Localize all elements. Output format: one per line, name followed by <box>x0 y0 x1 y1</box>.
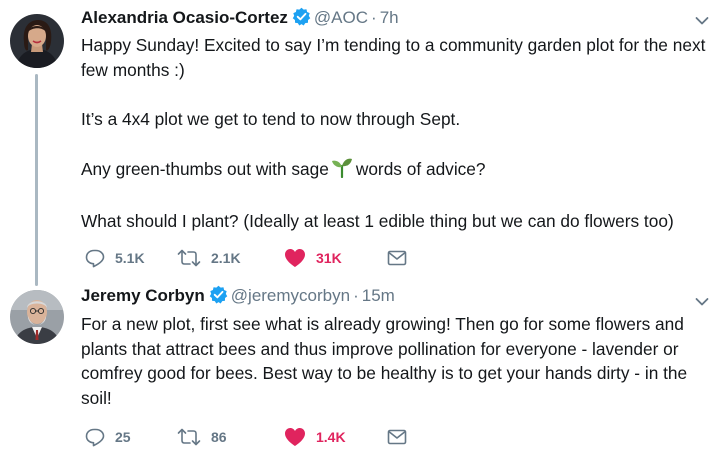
header-separator: · <box>353 286 359 305</box>
retweet-button[interactable]: 86 <box>177 427 227 447</box>
retweet-count: 2.1K <box>211 250 241 266</box>
tweet-header: Jeremy Corbyn @jeremycorbyn · 15m <box>81 285 395 309</box>
tweet-paragraph: It’s a 4x4 plot we get to tend to now th… <box>81 108 461 129</box>
reply-icon <box>85 249 105 268</box>
chevron-down-icon[interactable] <box>695 294 709 306</box>
retweet-count: 86 <box>211 429 227 445</box>
retweet-icon <box>177 428 201 446</box>
reply-count: 5.1K <box>115 250 145 266</box>
tweet-header: Alexandria Ocasio-Cortez @AOC · 7h <box>81 7 399 31</box>
tweet-text-fragment: words of advice? <box>355 158 486 179</box>
retweet-button[interactable]: 2.1K <box>177 248 241 268</box>
author-name[interactable]: Alexandria Ocasio-Cortez <box>81 8 288 27</box>
reply-count: 25 <box>115 429 131 445</box>
retweet-icon <box>177 249 201 267</box>
tweet-timestamp[interactable]: 7h <box>380 8 399 27</box>
thread-connector-line <box>35 74 38 286</box>
tweet-text-fragment: Any green-thumbs out with sage <box>81 158 329 179</box>
envelope-icon <box>387 429 407 445</box>
seedling-emoji-icon <box>331 156 353 185</box>
direct-message-button[interactable] <box>387 248 407 268</box>
tweet-paragraph: What should I plant? (Ideally at least 1… <box>81 210 674 231</box>
tweet-text: Happy Sunday! Excited to say I’m tending… <box>81 33 711 233</box>
direct-message-button[interactable] <box>387 427 407 447</box>
like-button[interactable]: 1.4K <box>284 427 346 447</box>
heart-icon <box>285 428 305 446</box>
chevron-down-icon[interactable] <box>695 13 709 25</box>
tweet-paragraph: For a new plot, first see what is alread… <box>81 314 688 408</box>
reply-icon <box>85 428 105 447</box>
like-count: 31K <box>316 250 342 266</box>
heart-icon <box>285 249 305 267</box>
verified-badge-icon <box>209 285 228 309</box>
author-handle[interactable]: @jeremycorbyn <box>231 286 350 305</box>
envelope-icon <box>387 250 407 266</box>
reply-button[interactable]: 25 <box>85 427 131 447</box>
tweet-paragraph: Happy Sunday! Excited to say I’m tending… <box>81 35 706 80</box>
author-name[interactable]: Jeremy Corbyn <box>81 286 205 305</box>
avatar-aoc[interactable] <box>10 14 64 68</box>
tweet-timestamp[interactable]: 15m <box>362 286 395 305</box>
avatar-corbyn[interactable] <box>10 290 64 344</box>
header-separator: · <box>371 8 377 27</box>
verified-badge-icon <box>292 7 311 31</box>
reply-button[interactable]: 5.1K <box>85 248 145 268</box>
like-button[interactable]: 31K <box>284 248 342 268</box>
tweet-paragraph: Any green-thumbs out with sage words of a… <box>81 156 711 185</box>
like-count: 1.4K <box>316 429 346 445</box>
tweet-text: For a new plot, first see what is alread… <box>81 312 711 410</box>
author-handle[interactable]: @AOC <box>314 8 368 27</box>
